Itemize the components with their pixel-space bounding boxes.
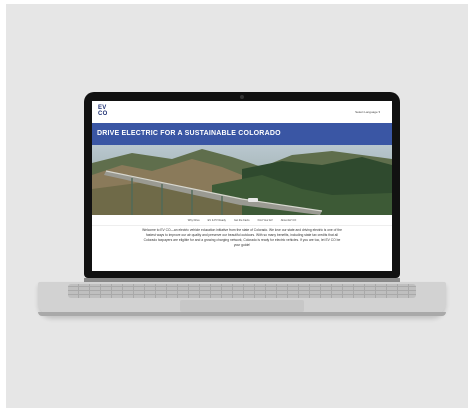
chevron-down-icon: ▾ [378,110,380,114]
nav-item-get-facts[interactable]: Get the Facts [234,219,250,222]
logo-line-2: CO [98,111,108,117]
nav-item-ev-pv-ready[interactable]: EV & PV Ready [208,219,226,222]
main-nav: Why Drive EV & PV Ready Get the Facts Fi… [92,215,392,226]
hero-image [92,145,392,215]
mountain-bridge-photo [92,145,392,215]
hero-banner: DRIVE ELECTRIC FOR A SUSTAINABLE COLORAD… [92,123,392,145]
keyboard [68,284,416,298]
trackpad [180,300,304,312]
language-label: Select Language [355,110,378,114]
laptop-front-edge [38,312,446,316]
nav-item-about[interactable]: About EV CO [281,219,297,222]
laptop-lid: EV CO Select Language ▾ DRIVE ELECTRIC F… [84,92,400,278]
laptop-base [38,282,446,316]
language-selector[interactable]: Select Language ▾ [355,110,380,114]
nav-item-why-drive[interactable]: Why Drive [188,219,200,222]
site-logo[interactable]: EV CO [98,105,108,117]
site-header: EV CO Select Language ▾ [92,101,392,123]
intro-text: Welcome to EV CO—an electric vehicle edu… [142,228,342,247]
nav-item-find-your-ev[interactable]: Find Your EV [258,219,273,222]
laptop-screen: EV CO Select Language ▾ DRIVE ELECTRIC F… [92,101,392,271]
hero-title: DRIVE ELECTRIC FOR A SUSTAINABLE COLORAD… [97,130,281,137]
webcam [240,95,244,99]
